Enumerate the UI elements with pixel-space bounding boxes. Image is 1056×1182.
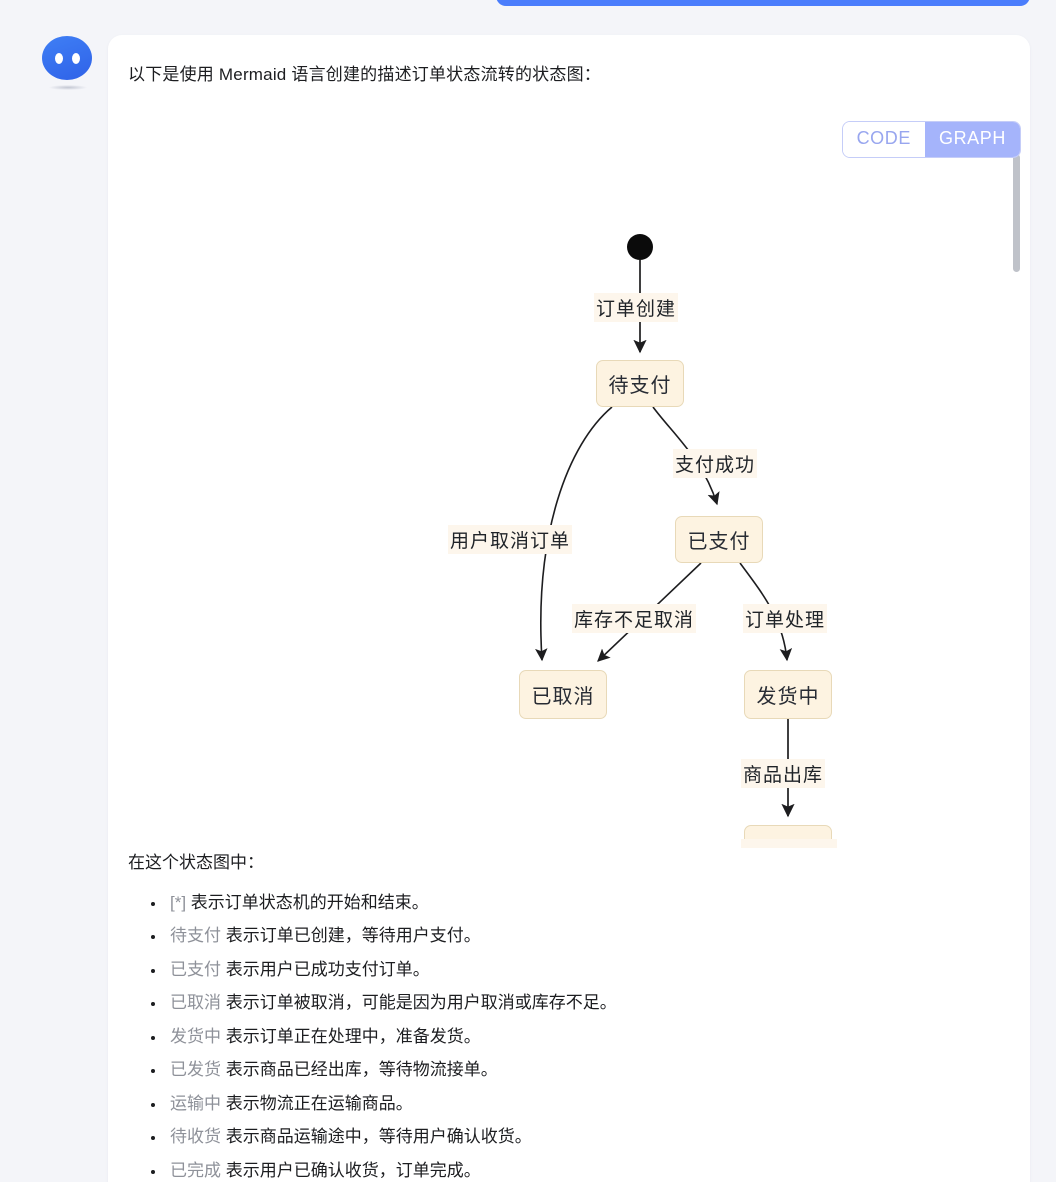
avatar-shadow [49,85,87,90]
view-mode-toggle[interactable]: CODE GRAPH [841,121,1021,158]
state-term: 发货中 [170,1026,221,1046]
state-node-start[interactable] [627,234,653,260]
tab-graph[interactable]: GRAPH [924,122,1020,157]
state-term: 已完成 [170,1160,221,1180]
diagram-vertical-scrollbar[interactable] [1013,154,1020,272]
message-intro-text: 以下是使用 Mermaid 语言创建的描述订单状态流转的状态图： [128,65,601,84]
state-diagram: 待支付 已支付 已取消 发货中 已发货 订单创建 支付成功 用户取消订单 库存不… [128,104,1030,848]
diagram-edges [535,260,795,818]
state-description-list: [*] 表示订单状态机的开始和结束。 待支付 表示订单已创建，等待用户支付。 已… [128,886,1008,1182]
edge-label-out-of-stock-cancel: 库存不足取消 [572,604,697,633]
state-desc: 表示物流正在运输商品。 [221,1093,413,1113]
list-item: 待支付 表示订单已创建，等待用户支付。 [166,919,1008,953]
app-page: 以下是使用 Mermaid 语言创建的描述订单状态流转的状态图： CODE GR… [0,0,1056,1182]
list-item: 已支付 表示用户已成功支付订单。 [166,953,1008,987]
edge-label-order-processing: 订单处理 [743,604,828,633]
list-item: 发货中 表示订单正在处理中，准备发货。 [166,1020,1008,1054]
state-desc: 表示商品运输途中，等待用户确认收货。 [221,1127,532,1146]
state-node-shipping[interactable]: 发货中 [744,670,832,719]
tab-code[interactable]: CODE [842,122,925,157]
edge-label-clipped [741,839,837,848]
state-term: 已支付 [170,959,221,979]
list-item: [*] 表示订单状态机的开始和结束。 [166,886,1008,920]
state-desc: 表示用户已确认收货，订单完成。 [221,1160,481,1180]
explanation-section: 在这个状态图中： [*] 表示订单状态机的开始和结束。 待支付 表示订单已创建，… [128,850,1008,1182]
state-desc: 表示订单正在处理中，准备发货。 [221,1026,481,1046]
state-desc: 表示订单被取消，可能是因为用户取消或库存不足。 [221,993,617,1012]
state-desc: 表示订单已创建，等待用户支付。 [221,926,481,945]
edge-label-order-created: 订单创建 [594,293,679,322]
edge-label-payment-success: 支付成功 [673,449,758,478]
list-item: 已取消 表示订单被取消，可能是因为用户取消或库存不足。 [166,986,1008,1020]
state-term: 待收货 [170,1127,221,1146]
state-term: [*] [170,892,187,912]
list-item: 运输中 表示物流正在运输商品。 [166,1087,1008,1121]
state-desc: 表示订单状态机的开始和结束。 [186,892,429,912]
list-item: 已完成 表示用户已确认收货，订单完成。 [166,1154,1008,1182]
user-message-bubble [496,0,1030,6]
state-desc: 表示用户已成功支付订单。 [221,959,430,979]
state-desc: 表示商品已经出库，等待物流接单。 [221,1060,498,1079]
state-node-paid[interactable]: 已支付 [675,516,763,563]
mermaid-diagram-viewport[interactable]: CODE GRAPH 待支付 已支付 已取消 发货中 订单创建 支付成功 用户取… [128,104,1030,848]
list-item: 已发货 表示商品已经出库，等待物流接单。 [166,1053,1008,1087]
avatar-eye-left-icon [54,52,63,64]
list-item: 待收货 表示商品运输途中，等待用户确认收货。 [166,1120,1008,1154]
state-node-pending-pay[interactable]: 待支付 [596,360,684,407]
state-node-cancelled[interactable]: 已取消 [519,670,607,719]
edge-label-user-cancel-order: 用户取消订单 [448,525,573,554]
edge-label-goods-outbound: 商品出库 [741,759,826,788]
state-term: 运输中 [170,1093,221,1113]
state-term: 待支付 [170,926,221,945]
state-term: 已发货 [170,1060,221,1079]
explanation-lead: 在这个状态图中： [128,853,264,872]
assistant-avatar [42,33,94,90]
state-term: 已取消 [170,993,221,1012]
avatar-eye-right-icon [71,52,80,64]
assistant-message-card: 以下是使用 Mermaid 语言创建的描述订单状态流转的状态图： CODE GR… [108,35,1030,1182]
avatar-face-icon [42,36,92,80]
